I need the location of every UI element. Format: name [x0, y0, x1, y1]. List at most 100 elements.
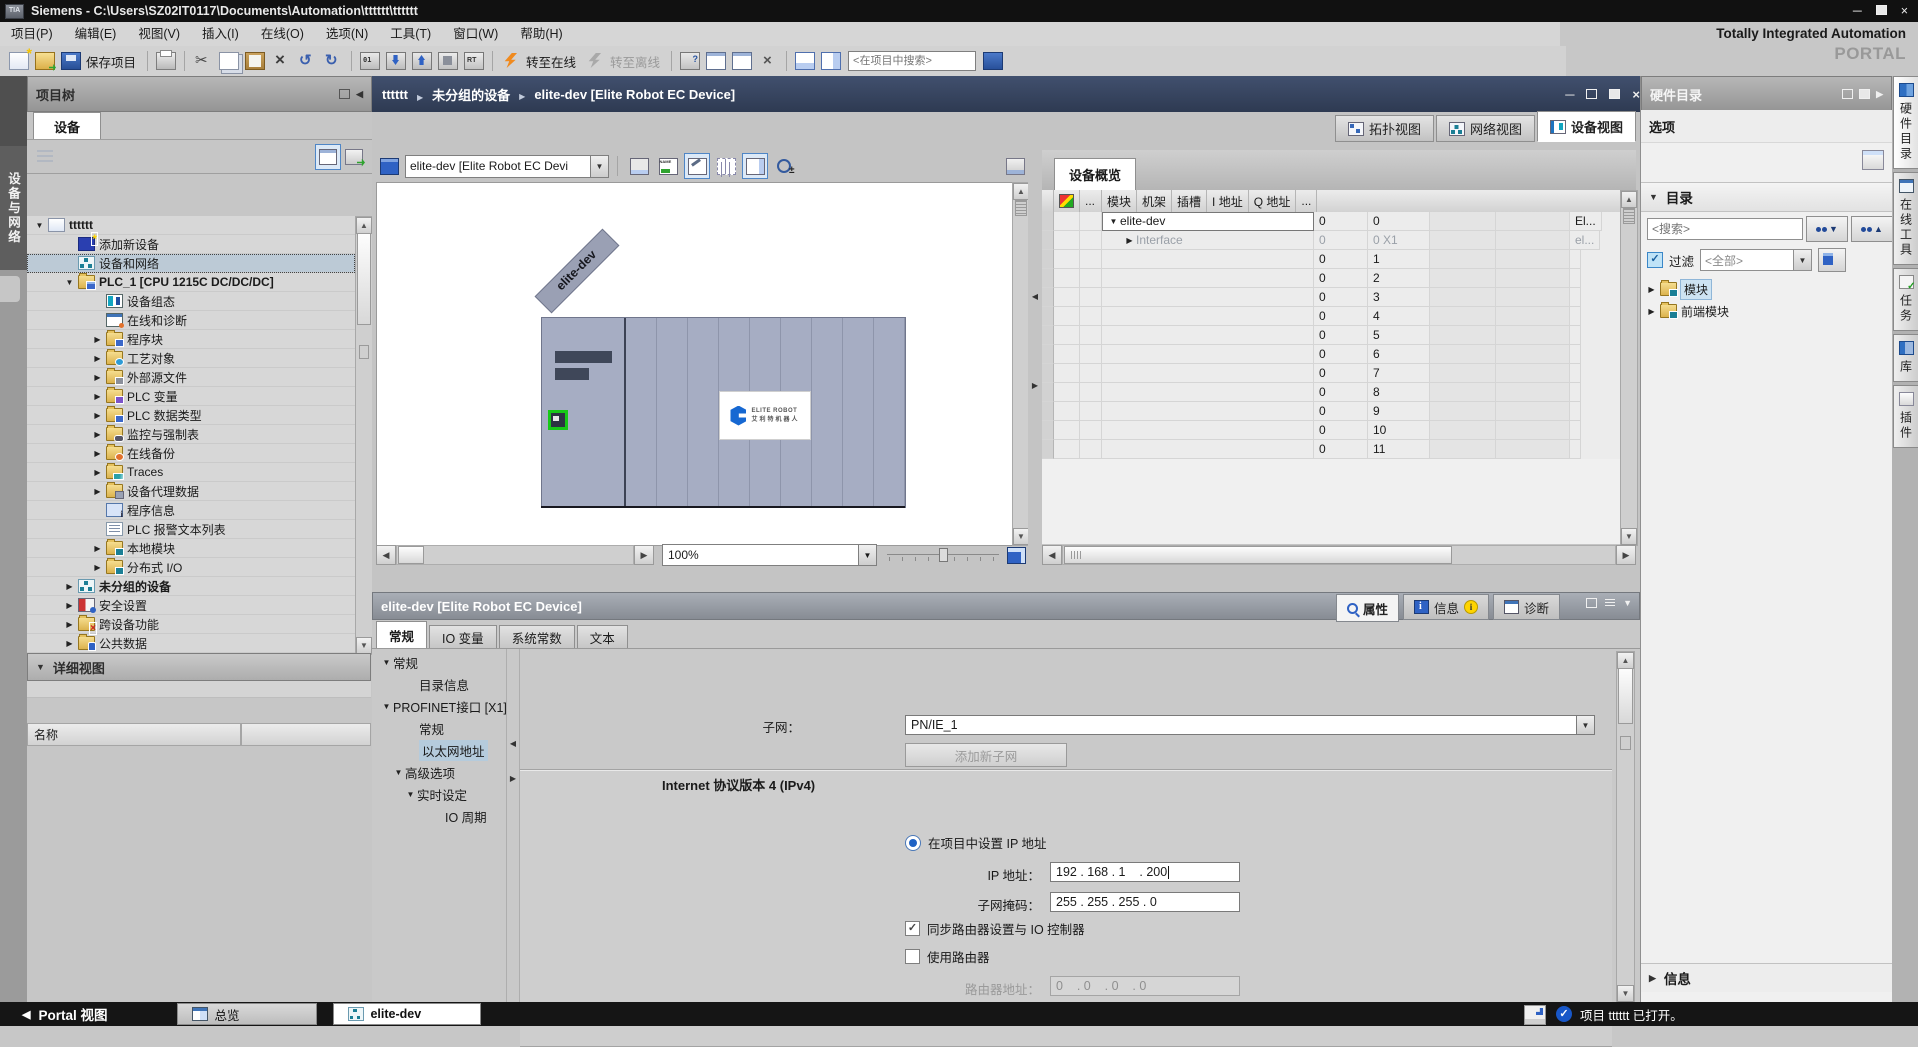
properties-nav-item[interactable]: ▼ 常规 — [376, 651, 506, 673]
scroll-down-icon[interactable]: ▼ — [356, 637, 372, 654]
devices-tab[interactable]: 设备 — [33, 112, 101, 140]
i-address-cell[interactable] — [1430, 231, 1496, 250]
q-address-cell[interactable] — [1496, 307, 1570, 326]
tree-item[interactable]: ▼ tttttt — [27, 216, 355, 235]
devices-networks-rail-tab[interactable]: 设备与网络 — [0, 146, 27, 270]
slot-cell[interactable]: 5 — [1368, 326, 1430, 345]
tree-item[interactable]: ▶ 工艺对象 — [27, 349, 355, 368]
sort-button[interactable] — [32, 144, 58, 170]
column-header-dots[interactable]: ... — [1080, 190, 1102, 212]
i-address-cell[interactable] — [1430, 421, 1496, 440]
column-header[interactable]: ... — [1296, 190, 1317, 212]
tree-item[interactable]: ▶ 未分组的设备 — [27, 577, 355, 596]
details-view-caption[interactable]: ▼ 详细视图 — [27, 653, 371, 681]
online-diagnostics-button[interactable] — [678, 49, 702, 73]
rack-cell[interactable]: 0 — [1314, 364, 1368, 383]
slot-cell[interactable]: 2 — [1368, 269, 1430, 288]
editor-float-icon[interactable] — [1586, 89, 1597, 99]
catalog-tree-item[interactable]: ▶ 前端模块 — [1641, 300, 1874, 322]
menu-item[interactable]: 工具(T) — [379, 22, 442, 46]
editor-close-icon[interactable]: × — [1632, 87, 1640, 102]
show-labels-button[interactable] — [655, 153, 681, 179]
slot-cell[interactable]: 8 — [1368, 383, 1430, 402]
zoom-slider-handle[interactable] — [939, 548, 948, 562]
tree-item[interactable]: ▶ Traces — [27, 463, 355, 482]
overview-taskbar-button[interactable]: 总览 — [177, 1003, 317, 1025]
table-row[interactable]: ▶Interface 0 0 X1 el... — [1042, 231, 1620, 250]
properties-subtab[interactable]: IO 变量 — [429, 625, 497, 648]
tree-item[interactable]: ▶ 设备代理数据 — [27, 482, 355, 501]
rail-tab[interactable]: 在线工具 — [1893, 172, 1918, 265]
portal-view-button[interactable]: ◀ Portal 视图 — [22, 1004, 107, 1024]
go-online-button[interactable] — [499, 49, 523, 73]
q-address-cell[interactable] — [1496, 231, 1570, 250]
table-row[interactable]: 0 3 — [1042, 288, 1620, 307]
properties-tab[interactable]: 属性 i — [1336, 594, 1399, 622]
slot-cell[interactable]: 11 — [1368, 440, 1430, 459]
stop-cpu-button[interactable] — [462, 49, 486, 73]
menu-item[interactable]: 窗口(W) — [442, 22, 509, 46]
type-cell[interactable] — [1570, 345, 1581, 364]
properties-nav-item[interactable]: 目录信息 — [376, 673, 506, 695]
pin-panel-icon[interactable] — [339, 89, 350, 99]
i-address-cell[interactable] — [1430, 364, 1496, 383]
device-overview-tab[interactable]: 设备概览 — [1054, 158, 1136, 190]
remove-connection-button[interactable] — [756, 49, 780, 73]
list-view-button[interactable] — [315, 144, 341, 170]
rail-tab[interactable]: 硬件目录 — [1893, 76, 1918, 169]
scroll-left-icon[interactable]: ◀ — [1042, 545, 1062, 565]
new-project-button[interactable] — [7, 49, 31, 73]
window-close-button[interactable]: × — [1901, 4, 1908, 18]
properties-scrollbar[interactable]: ▲ ▼ — [1616, 651, 1635, 1003]
q-address-cell[interactable] — [1496, 364, 1570, 383]
module-cell[interactable] — [1102, 345, 1314, 364]
chevron-down-icon[interactable]: ▼ — [858, 545, 876, 565]
table-row[interactable]: 0 6 — [1042, 345, 1620, 364]
table-row[interactable]: 0 9 — [1042, 402, 1620, 421]
properties-tab[interactable]: 诊断 i — [1493, 594, 1560, 620]
collapse-panel-icon[interactable]: ◀ — [356, 89, 363, 100]
rack-cell[interactable]: 0 — [1314, 326, 1368, 345]
properties-subtab[interactable]: 系统常数 — [499, 625, 575, 648]
chevron-down-icon[interactable]: ▼ — [1793, 250, 1811, 270]
split-vertical-button[interactable] — [819, 49, 843, 73]
type-cell[interactable] — [1570, 326, 1581, 345]
tree-item[interactable]: ▶ 程序块 — [27, 330, 355, 349]
q-address-cell[interactable] — [1496, 212, 1570, 231]
go-online-label[interactable]: 转至在线 — [526, 52, 576, 71]
table-row[interactable]: ▼elite-dev 0 0 El... — [1042, 212, 1620, 231]
info-section-header[interactable]: ▶ 信息 — [1641, 963, 1892, 992]
cut-button[interactable] — [191, 49, 215, 73]
table-row[interactable]: 0 4 — [1042, 307, 1620, 326]
rack-cell[interactable]: 0 — [1314, 307, 1368, 326]
search-up-button[interactable]: ▲ — [1851, 216, 1893, 242]
chevron-down-icon[interactable]: ▼ — [590, 156, 608, 177]
type-cell[interactable] — [1570, 383, 1581, 402]
filter-profile-button[interactable] — [1818, 248, 1846, 272]
column-header[interactable]: I 地址 — [1207, 190, 1249, 212]
slot-cell[interactable]: 1 — [1368, 250, 1430, 269]
rail-tab[interactable]: 任务 — [1893, 268, 1918, 331]
tree-item[interactable]: 设备和网络 — [27, 254, 355, 273]
i-address-cell[interactable] — [1430, 402, 1496, 421]
collapse-right-icon[interactable]: ▶ — [1032, 381, 1038, 390]
rack-cell[interactable]: 0 — [1314, 345, 1368, 364]
delete-button[interactable] — [269, 49, 293, 73]
device-name-tag[interactable]: elite-dev — [535, 229, 620, 314]
type-cell[interactable] — [1570, 421, 1581, 440]
i-address-cell[interactable] — [1430, 288, 1496, 307]
project-tree-scrollbar[interactable]: ▲ ▼ — [355, 216, 373, 655]
rack-navigator-button[interactable] — [376, 153, 402, 179]
open-catalog-button[interactable] — [341, 144, 367, 170]
table-row[interactable]: 0 2 — [1042, 269, 1620, 288]
menu-item[interactable]: 在线(O) — [250, 22, 315, 46]
tree-item[interactable]: ▶ 跨设备功能 — [27, 615, 355, 634]
scroll-right-icon[interactable]: ▶ — [1616, 545, 1636, 565]
rack-cell[interactable]: 0 — [1314, 288, 1368, 307]
table-row[interactable]: 0 7 — [1042, 364, 1620, 383]
i-address-cell[interactable] — [1430, 440, 1496, 459]
breadcrumb-item[interactable]: elite-dev [Elite Robot EC Device] — [510, 87, 735, 102]
catalog-section-header[interactable]: ▼ 目录 — [1641, 182, 1892, 212]
i-address-cell[interactable] — [1430, 212, 1496, 231]
subnet-mask-field[interactable]: 255 . 255 . 255 . 0 — [1050, 892, 1240, 912]
